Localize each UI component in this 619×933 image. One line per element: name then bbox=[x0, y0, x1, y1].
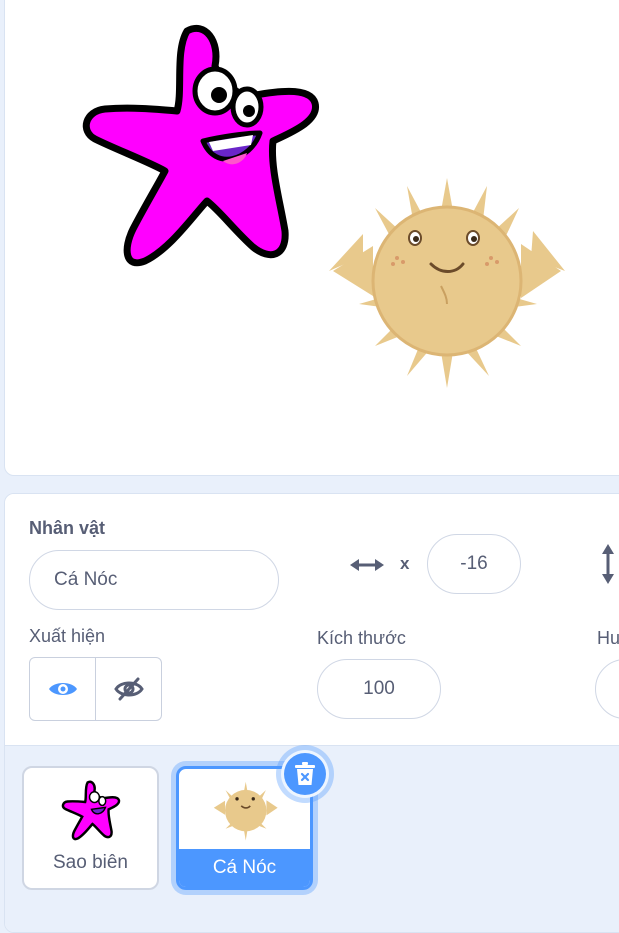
y-position-icon bbox=[602, 544, 614, 584]
size-input[interactable]: 100 bbox=[317, 659, 441, 719]
x-input[interactable]: -16 bbox=[427, 534, 521, 594]
direction-label: Hu bbox=[597, 628, 619, 648]
visibility-toggle bbox=[29, 657, 162, 721]
sprite-name-value: Cá Nóc bbox=[54, 569, 118, 590]
x-label: x bbox=[400, 554, 410, 573]
sprite-name-input[interactable]: Cá Nóc bbox=[29, 550, 279, 610]
trash-icon bbox=[295, 762, 315, 785]
show-button[interactable] bbox=[30, 658, 95, 720]
x-position-icon bbox=[350, 559, 384, 571]
sprite-info: Nhân vật Cá Nóc x -16 Xuất hiện Kích thư… bbox=[5, 494, 619, 746]
pufferfish-thumbnail bbox=[213, 781, 278, 841]
eye-off-icon bbox=[113, 677, 144, 701]
sprite-panel: Nhân vật Cá Nóc x -16 Xuất hiện Kích thư… bbox=[4, 493, 619, 933]
sprite-name-pufferfish: Cá Nóc bbox=[179, 849, 310, 887]
starfish-thumbnail bbox=[61, 780, 121, 841]
stage-canvas[interactable] bbox=[4, 0, 619, 476]
starfish-sprite[interactable] bbox=[75, 21, 335, 291]
sprite-name-starfish: Sao biên bbox=[52, 852, 128, 873]
direction-input[interactable] bbox=[595, 659, 619, 719]
pufferfish-sprite[interactable] bbox=[323, 176, 573, 396]
delete-sprite-button[interactable] bbox=[281, 750, 329, 798]
size-value: 100 bbox=[363, 678, 395, 699]
sprite-list: Sao biên Cá Nóc bbox=[5, 746, 619, 932]
x-value: -16 bbox=[460, 553, 488, 574]
sprite-tile-starfish[interactable]: Sao biên bbox=[22, 766, 159, 890]
size-label: Kích thước bbox=[317, 628, 406, 648]
eye-icon bbox=[48, 683, 77, 695]
sprite-label: Nhân vật bbox=[29, 518, 106, 538]
hide-button[interactable] bbox=[95, 658, 161, 720]
show-label: Xuất hiện bbox=[29, 626, 106, 646]
